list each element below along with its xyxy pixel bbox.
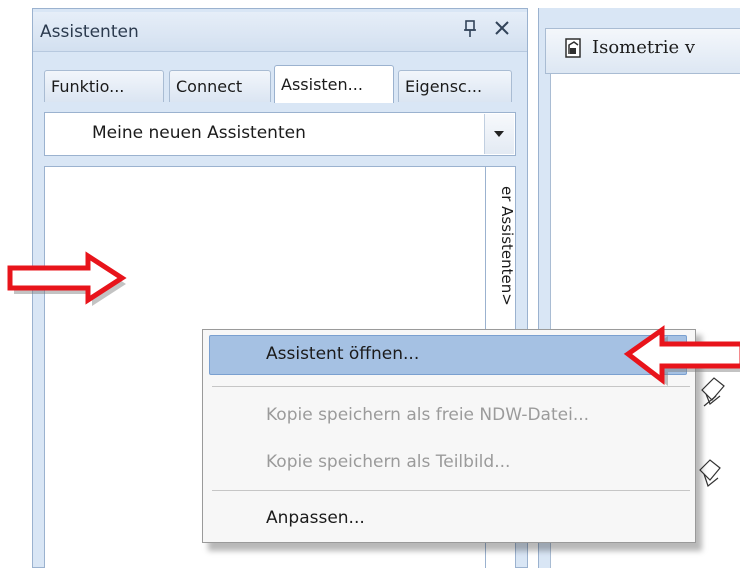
menu-separator xyxy=(212,490,690,491)
menu-item-save-copy-ndw[interactable]: Kopie speichern als freie NDW-Datei... xyxy=(266,405,589,425)
tab-funktionen[interactable]: Funktio... xyxy=(44,70,164,102)
dropdown-value: Meine neuen Assistenten xyxy=(92,123,306,143)
red-arrow-left xyxy=(623,325,740,386)
tab-eigenschaften[interactable]: Eigensc... xyxy=(398,70,512,102)
pin-icon[interactable] xyxy=(462,20,478,38)
menu-item-customize[interactable]: Anpassen... xyxy=(266,508,365,528)
menu-item-open-assistant[interactable]: Assistent öffnen... xyxy=(266,344,419,364)
vertical-group-label: er Assistenten> xyxy=(498,186,516,306)
document-tab-title: Isometrie v xyxy=(592,37,696,58)
tab-assistenten[interactable]: Assisten... xyxy=(274,65,394,103)
close-icon[interactable] xyxy=(492,18,512,38)
menu-item-save-copy-teilbild[interactable]: Kopie speichern als Teilbild... xyxy=(266,452,510,472)
panel-title: Assistenten xyxy=(40,22,139,42)
menu-separator xyxy=(212,386,690,387)
document-icon xyxy=(565,38,581,58)
red-arrow-right xyxy=(7,251,127,306)
chevron-down-icon xyxy=(494,131,504,137)
tab-connect[interactable]: Connect xyxy=(169,70,271,102)
